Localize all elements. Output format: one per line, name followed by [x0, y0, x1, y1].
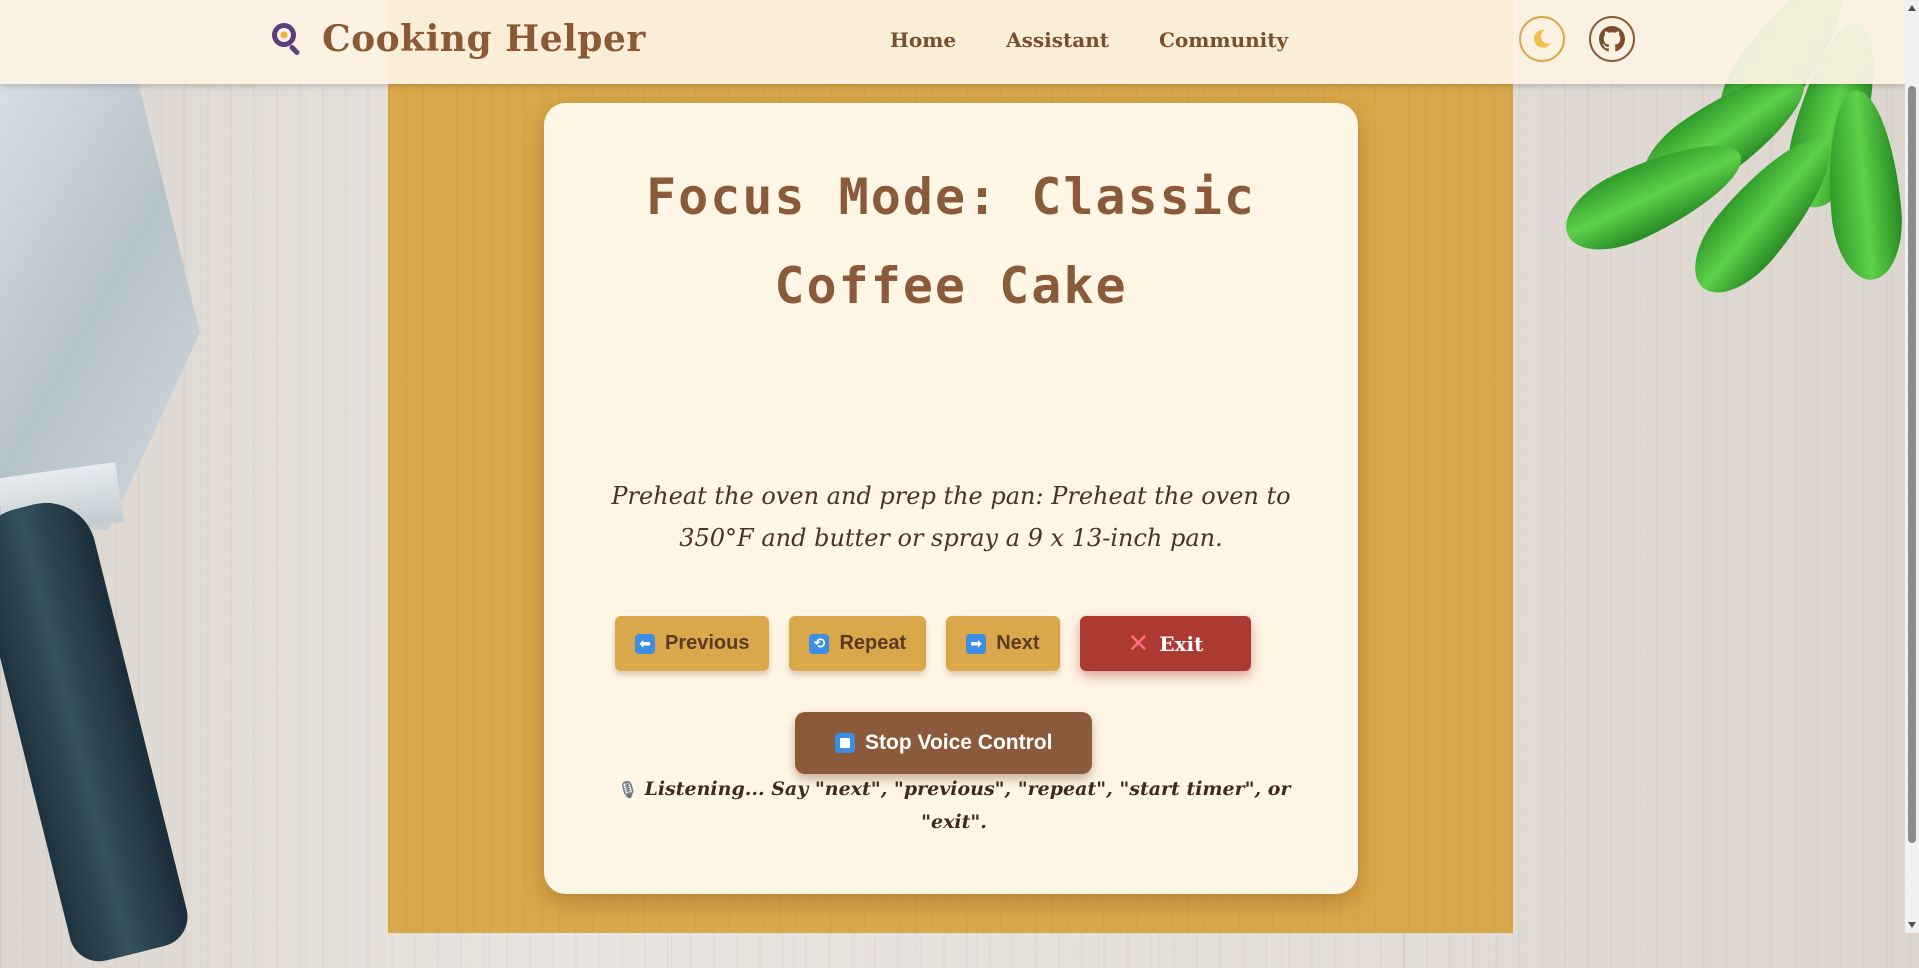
nav-home[interactable]: Home — [890, 28, 956, 52]
exit-button[interactable]: ✕ Exit — [1079, 616, 1252, 671]
theme-toggle-button[interactable] — [1519, 16, 1565, 62]
repeat-label: Repeat — [839, 632, 907, 654]
stop-voice-control-button[interactable]: Stop Voice Control — [795, 712, 1093, 774]
nav-community[interactable]: Community — [1159, 28, 1288, 52]
scroll-down-arrow-icon[interactable] — [1908, 922, 1916, 928]
github-button[interactable] — [1589, 16, 1635, 62]
step-instruction: Preheat the oven and prep the pan: Prehe… — [611, 482, 1291, 552]
step-controls: ⬅ Previous ⟲ Repeat ➡ Next ✕ Exit — [615, 616, 1252, 671]
scrollbar-thumb[interactable] — [1908, 86, 1916, 843]
left-arrow-icon: ⬅ — [635, 633, 655, 654]
microphone-icon: 🎙 — [617, 780, 638, 799]
voice-button-label: Stop Voice Control — [865, 731, 1053, 754]
stop-icon — [835, 733, 855, 753]
right-arrow-icon: ➡ — [966, 633, 987, 654]
page-title: Focus Mode: Classic Coffee Cake — [646, 168, 1256, 315]
top-navbar: Cooking Helper Home Assistant Community — [0, 0, 1905, 84]
previous-button[interactable]: ⬅ Previous — [615, 616, 770, 671]
focus-mode-card: Focus Mode: Classic Coffee Cake Preheat … — [544, 103, 1358, 894]
cross-mark-icon: ✕ — [1127, 628, 1150, 659]
github-icon — [1599, 26, 1625, 52]
nav-assistant[interactable]: Assistant — [1006, 28, 1109, 52]
knife-blade — [0, 60, 200, 530]
repeat-icon: ⟲ — [809, 633, 830, 654]
voice-status-text: Listening... Say "next", "previous", "re… — [644, 778, 1291, 833]
repeat-button[interactable]: ⟲ Repeat — [789, 616, 927, 671]
voice-status: 🎙 Listening... Say "next", "previous", "… — [614, 773, 1294, 838]
next-button[interactable]: ➡ Next — [946, 616, 1060, 671]
scroll-up-arrow-icon[interactable] — [1908, 5, 1916, 11]
main-nav: Home Assistant Community — [890, 28, 1288, 52]
brand[interactable]: Cooking Helper — [268, 18, 646, 60]
moon-icon — [1534, 29, 1551, 48]
page-scrollbar[interactable] — [1905, 0, 1919, 933]
app-title: Cooking Helper — [322, 18, 646, 60]
previous-label: Previous — [665, 632, 750, 654]
knife-handle — [0, 492, 194, 968]
exit-label: Exit — [1159, 631, 1204, 656]
search-icon — [272, 23, 300, 55]
next-label: Next — [996, 632, 1040, 654]
